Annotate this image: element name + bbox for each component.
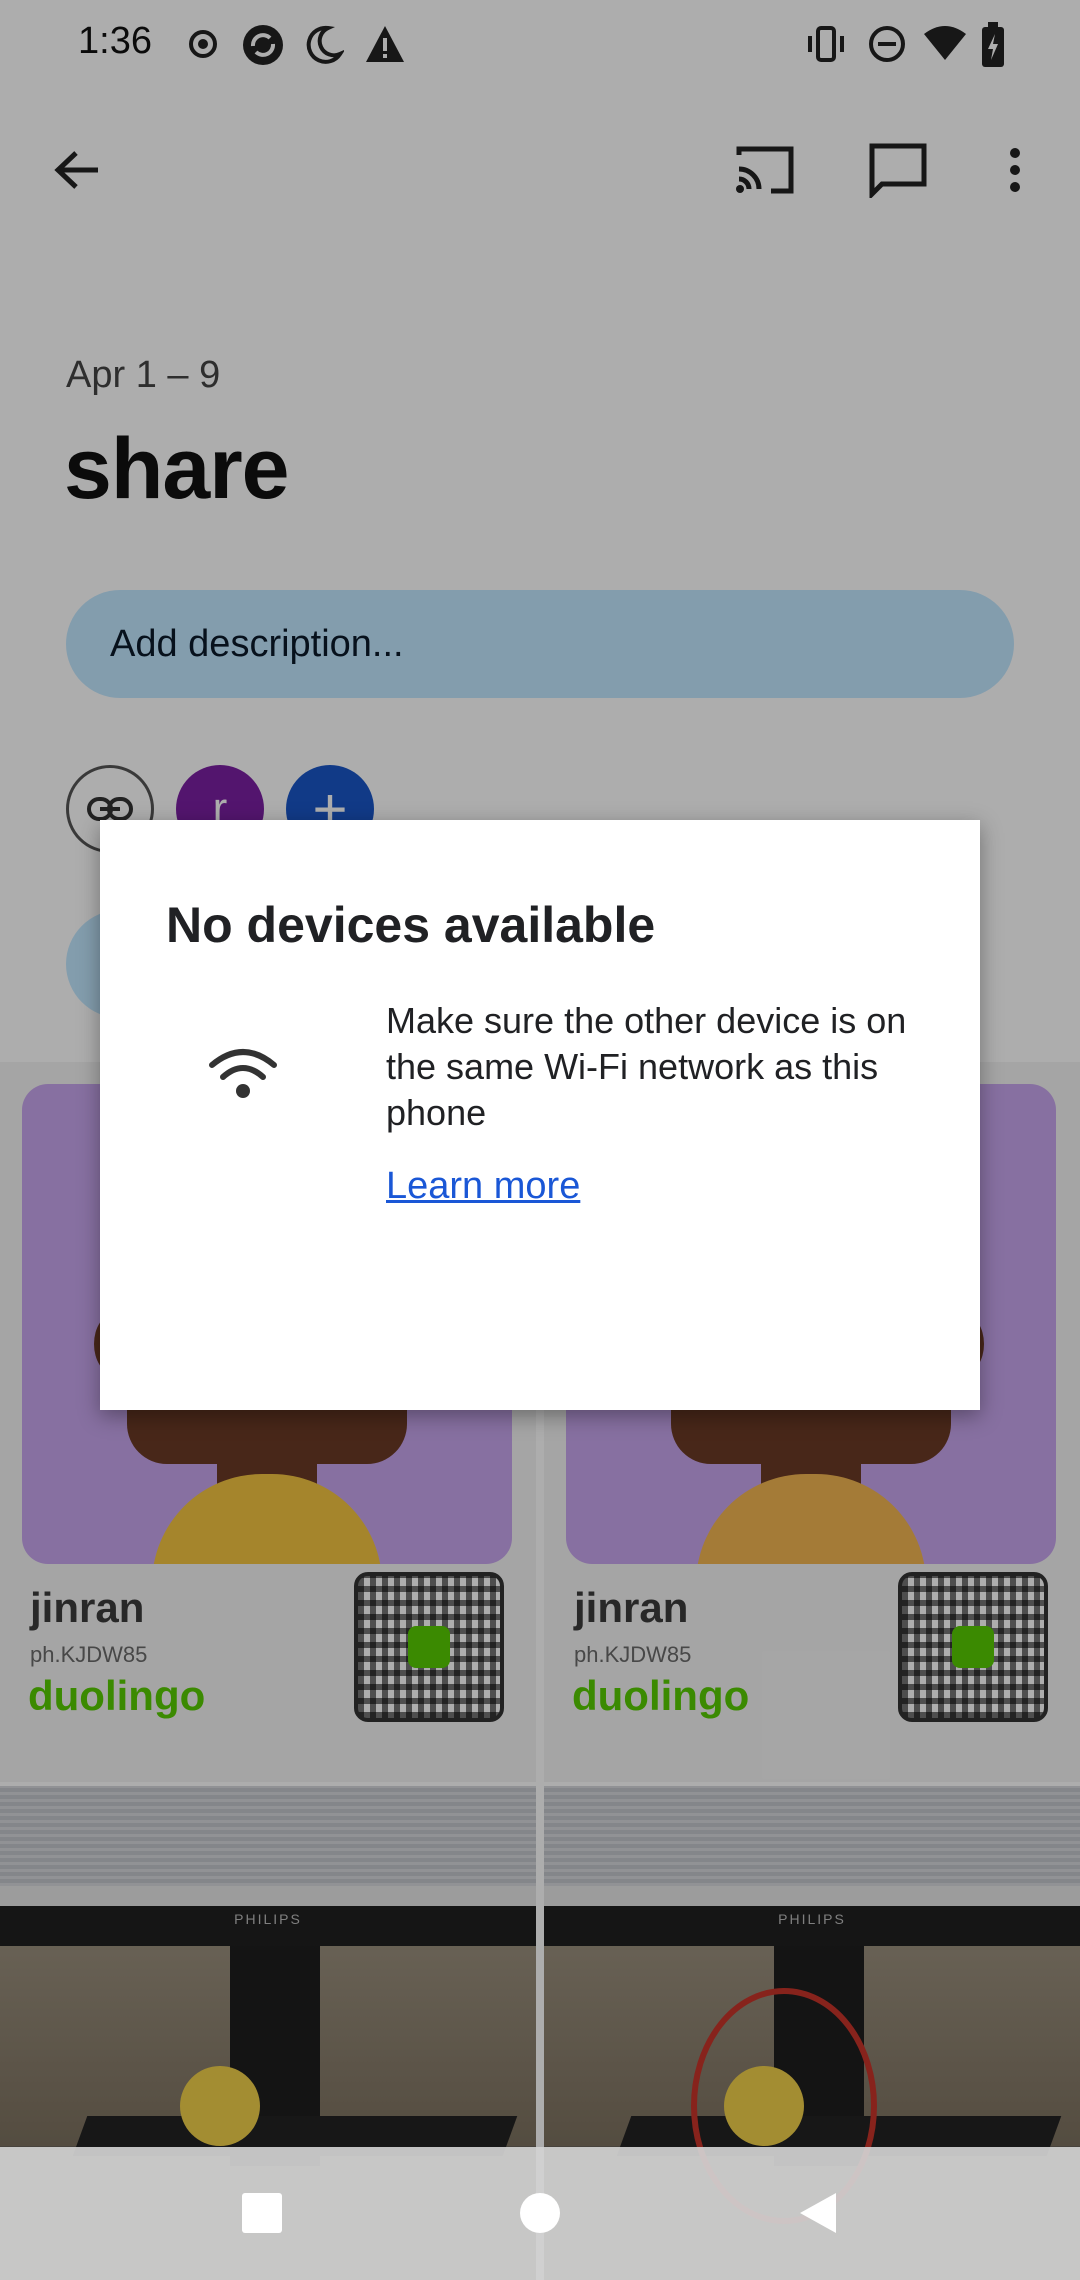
home-button[interactable] <box>510 2183 570 2243</box>
album-page: 1:36 Apr 1 – 9 share Add description... … <box>0 0 1080 2280</box>
learn-more-link[interactable]: Learn more <box>386 1165 580 1208</box>
wifi-icon <box>209 1049 277 1098</box>
dialog-title: No devices available <box>166 897 656 953</box>
home-circle-icon <box>520 2193 560 2233</box>
recents-square-icon <box>242 2193 282 2233</box>
navigation-bar <box>0 2147 1080 2280</box>
dialog-message: Make sure the other device is on the sam… <box>386 1000 907 1133</box>
nav-back-button[interactable] <box>788 2183 848 2243</box>
no-devices-dialog: No devices available Make sure the other… <box>100 820 980 1410</box>
back-triangle-icon <box>800 2193 836 2233</box>
recents-button[interactable] <box>232 2183 292 2243</box>
